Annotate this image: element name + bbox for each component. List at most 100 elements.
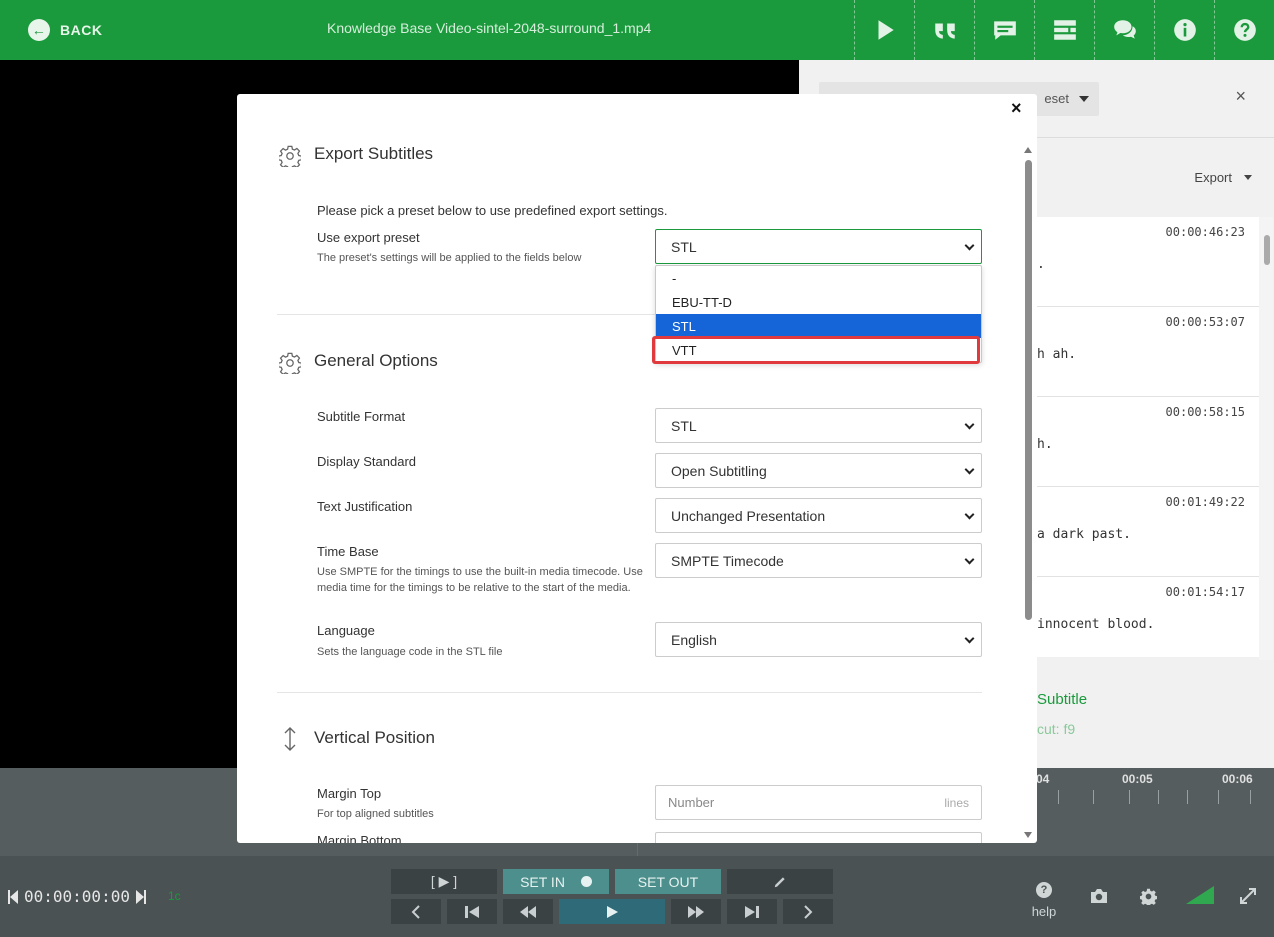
subtitle-time: 00:00:46:23 — [1165, 225, 1245, 239]
timeline-tick — [1250, 790, 1251, 804]
layout-icon — [1053, 20, 1076, 40]
fast-forward-button[interactable] — [671, 899, 721, 924]
time-base-select[interactable]: SMPTE Timecode — [655, 543, 982, 578]
chevron-down-icon — [964, 554, 975, 565]
help-toolbar-button[interactable] — [1214, 0, 1274, 60]
preset-option-vtt[interactable]: VTT — [656, 338, 981, 362]
set-out-label: SET OUT — [637, 873, 699, 890]
play-button[interactable] — [559, 899, 665, 924]
skip-end-icon — [745, 905, 759, 918]
playback-controls: 00:00:00:00 1c [ ▶ ] SET IN SET OUT ? he… — [0, 856, 1274, 937]
quote-toolbar-button[interactable] — [914, 0, 974, 60]
step-forward-icon[interactable] — [143, 889, 146, 904]
subtitle-row[interactable]: 00:00:46:23 . — [1037, 217, 1259, 307]
play-in-out-label: [ ▶ ] — [430, 873, 458, 889]
subtitle-format-value: STL — [671, 417, 697, 434]
modal-scrollbar-thumb[interactable] — [1025, 160, 1032, 620]
edit-button[interactable] — [727, 869, 833, 894]
volume-slider[interactable] — [1186, 886, 1214, 909]
panel-preset-text: eset — [1044, 91, 1069, 106]
margin-top-unit: lines — [944, 796, 969, 810]
text-justification-select[interactable]: Unchanged Presentation — [655, 498, 982, 533]
timeline-tick — [1058, 790, 1059, 804]
preset-option-none[interactable]: - — [656, 266, 981, 290]
play-icon — [607, 905, 618, 918]
timecode-display: 00:00:00:00 — [8, 887, 146, 906]
add-subtitle-link[interactable]: Subtitle — [1037, 691, 1087, 708]
subtitle-text: innocent blood. — [1037, 617, 1155, 632]
margin-bottom-input[interactable] — [655, 832, 982, 843]
export-menu-button[interactable]: Export — [1194, 170, 1252, 185]
time-base-help: Use SMPTE for the timings to use the bui… — [317, 566, 643, 594]
go-start-button[interactable] — [447, 899, 497, 924]
subtitle-row[interactable]: 00:01:54:17 innocent blood. — [1037, 577, 1259, 657]
chevron-down-icon — [964, 240, 975, 251]
preset-intro: Please pick a preset below to use predef… — [317, 203, 668, 218]
subtitle-format-label: Subtitle Format — [317, 409, 406, 424]
expand-icon — [1240, 888, 1256, 904]
preset-option-ebu-tt-d[interactable]: EBU-TT-D — [656, 290, 981, 314]
time-base-label: Time Base — [317, 544, 379, 559]
comments-toolbar-button[interactable] — [1094, 0, 1154, 60]
subtitle-time: 00:00:53:07 — [1165, 315, 1245, 329]
subtitle-toolbar-button[interactable] — [974, 0, 1034, 60]
back-button[interactable]: ← BACK — [28, 18, 102, 42]
step-back-arrow-icon — [10, 889, 18, 904]
display-standard-value: Open Subtitling — [671, 462, 767, 479]
export-preset-select[interactable]: STL — [655, 229, 982, 264]
shortcut-hint: cut: f9 — [1037, 721, 1076, 737]
scroll-down-arrow-icon[interactable] — [1024, 832, 1032, 838]
panel-scrollbar-thumb[interactable] — [1264, 235, 1270, 265]
preset-help: The preset's settings will be applied to… — [317, 252, 582, 264]
panel-close-icon[interactable]: × — [1235, 86, 1246, 107]
timeline-tick — [1129, 790, 1130, 804]
chevron-down-icon — [964, 464, 975, 475]
prev-subtitle-button[interactable] — [391, 899, 441, 924]
set-in-button[interactable]: SET IN — [503, 869, 609, 894]
timeline-tick — [1093, 790, 1094, 804]
info-toolbar-button[interactable] — [1154, 0, 1214, 60]
margin-top-input[interactable]: Number lines — [655, 785, 982, 820]
subtitle-format-select[interactable]: STL — [655, 408, 982, 443]
quote-icon — [934, 23, 955, 39]
preset-option-stl[interactable]: STL — [656, 314, 981, 338]
caret-down-icon — [1244, 175, 1252, 180]
language-select[interactable]: English — [655, 622, 982, 657]
timeline-tick — [1187, 790, 1188, 804]
play-in-out-button[interactable]: [ ▶ ] — [391, 869, 497, 894]
chevron-right-icon — [804, 904, 813, 919]
timecode-value: 00:00:00:00 — [24, 887, 130, 906]
margin-top-label: Margin Top — [317, 786, 382, 801]
subtitle-row[interactable]: 00:01:49:22 a dark past. — [1037, 487, 1259, 577]
preset-label: Use export preset — [317, 230, 420, 245]
help-button[interactable]: ? help — [1030, 882, 1058, 919]
modal-close-icon[interactable]: × — [1011, 98, 1022, 119]
settings-button[interactable] — [1139, 888, 1158, 910]
panel-scrollbar[interactable] — [1259, 217, 1273, 660]
language-label: Language — [317, 623, 375, 638]
subtitle-icon — [993, 21, 1016, 40]
subtitle-row[interactable]: 00:00:53:07 h ah. — [1037, 307, 1259, 397]
scroll-up-arrow-icon[interactable] — [1024, 147, 1032, 153]
subtitle-row[interactable]: 00:00:58:15 h. — [1037, 397, 1259, 487]
layout-toolbar-button[interactable] — [1034, 0, 1094, 60]
fullscreen-button[interactable] — [1240, 888, 1256, 909]
language-help: Sets the language code in the STL file — [317, 646, 503, 658]
export-label: Export — [1194, 170, 1232, 185]
set-out-button[interactable]: SET OUT — [615, 869, 721, 894]
go-end-button[interactable] — [727, 899, 777, 924]
export-preset-dropdown: - EBU-TT-D STL VTT — [655, 265, 982, 363]
next-subtitle-button[interactable] — [783, 899, 833, 924]
display-standard-select[interactable]: Open Subtitling — [655, 453, 982, 488]
help-label: help — [1031, 904, 1057, 919]
play-toolbar-button[interactable] — [854, 0, 914, 60]
timeline-label: 00:06 — [1222, 772, 1253, 786]
back-label: BACK — [60, 22, 103, 38]
rewind-icon — [520, 905, 536, 918]
rewind-button[interactable] — [503, 899, 553, 924]
camera-icon — [1091, 889, 1107, 903]
playhead[interactable] — [637, 842, 638, 856]
video-title: Knowledge Base Video-sintel-2048-surroun… — [327, 20, 652, 36]
volume-level-icon — [1186, 886, 1214, 904]
snapshot-button[interactable] — [1090, 888, 1108, 909]
